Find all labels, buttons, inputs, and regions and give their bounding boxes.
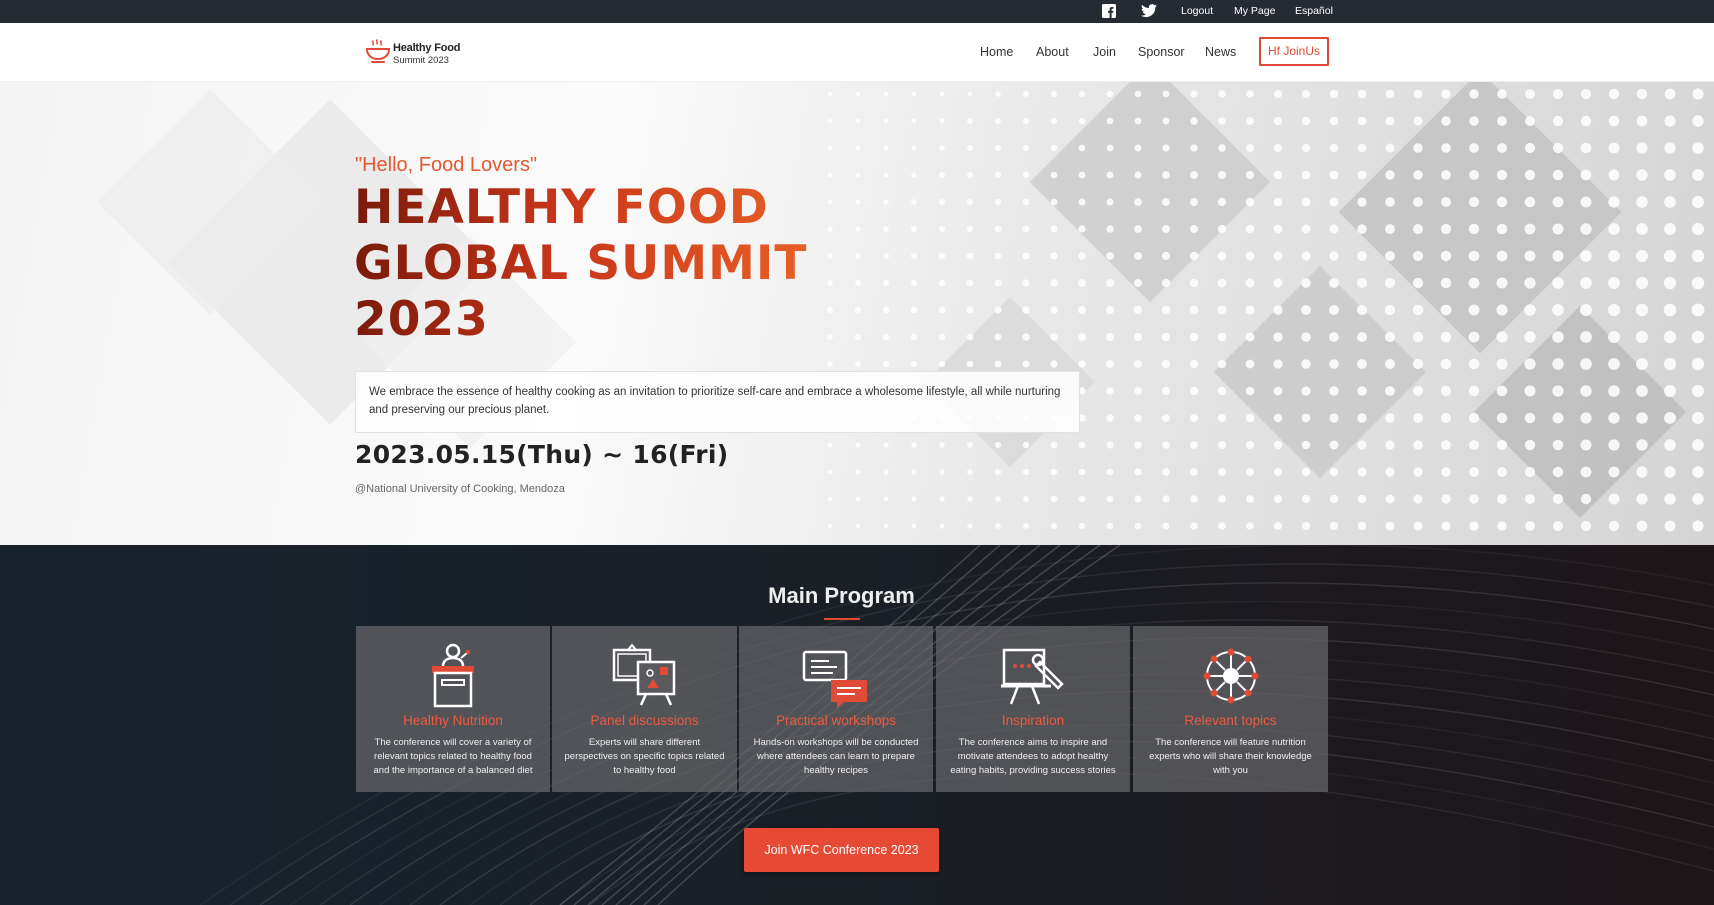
join-us-button[interactable]: Hf JoinUs: [1259, 37, 1329, 66]
card-title: Healthy Nutrition: [403, 713, 503, 728]
card-title: Inspiration: [1001, 713, 1065, 728]
nav-about[interactable]: About: [1036, 45, 1069, 59]
event-venue: @National University of Cooking, Mendoza: [355, 483, 565, 495]
site-logo[interactable]: Healthy Food Summit 2023: [366, 39, 476, 67]
nav-home[interactable]: Home: [980, 45, 1013, 59]
nav-sponsor[interactable]: Sponsor: [1138, 45, 1185, 59]
site-header: Healthy Food Summit 2023 Home About Join…: [0, 23, 1714, 82]
card-title: Relevant topics: [1184, 713, 1277, 728]
hero-title-line: HEALTHY FOOD: [354, 180, 874, 236]
heading-underline: [824, 618, 860, 620]
hero-title: HEALTHY FOOD GLOBAL SUMMIT 2023: [354, 180, 874, 348]
hero-section: "Hello, Food Lovers" HEALTHY FOOD GLOBAL…: [0, 82, 1714, 545]
logout-link[interactable]: Logout: [1181, 5, 1213, 17]
card-title: Practical workshops: [775, 713, 897, 728]
main-program-section: Main Program Healthy Nutrition The confe…: [0, 545, 1714, 905]
logo-subtitle: Summit 2023: [393, 55, 449, 66]
hero-title-line: 2023: [354, 292, 874, 348]
card-text: The conference aims to inspire and motiv…: [950, 737, 1116, 776]
nav-news[interactable]: News: [1205, 45, 1236, 59]
top-utility-bar: Logout My Page Español: [0, 0, 1714, 23]
network-icon: [1203, 648, 1258, 704]
bowl-icon: [366, 39, 390, 63]
logo-title: Healthy Food: [393, 42, 461, 54]
section-heading: Main Program: [768, 583, 915, 608]
hero-greeting: "Hello, Food Lovers": [355, 154, 538, 176]
language-link[interactable]: Español: [1295, 5, 1333, 17]
program-card-inspiration[interactable]: Inspiration The conference aims to inspi…: [936, 626, 1130, 792]
card-text: Experts will share different perspective…: [564, 737, 725, 776]
podium-icon: [432, 643, 474, 708]
card-title: Panel discussions: [590, 713, 699, 728]
program-card-panel-discussions[interactable]: Panel discussions Experts will share dif…: [552, 626, 737, 792]
card-text: The conference will cover a variety of r…: [373, 737, 533, 776]
hero-title-line: GLOBAL SUMMIT: [354, 236, 874, 292]
program-card-practical-workshops[interactable]: Practical workshops Hands-on workshops w…: [739, 626, 933, 792]
nav-join[interactable]: Join: [1093, 45, 1116, 59]
easel-icon: [1001, 648, 1064, 705]
facebook-icon[interactable]: [1102, 4, 1116, 18]
program-card-relevant-topics[interactable]: Relevant topics The conference will feat…: [1133, 626, 1328, 792]
card-text: Hands-on workshops will be conducted whe…: [753, 737, 919, 776]
program-cards: Healthy Nutrition The conference will co…: [356, 626, 1328, 792]
join-conference-button[interactable]: Join WFC Conference 2023: [744, 828, 939, 872]
chat-bubbles-icon: [802, 650, 867, 708]
program-card-healthy-nutrition[interactable]: Healthy Nutrition The conference will co…: [356, 626, 550, 792]
event-date: 2023.05.15(Thu) ~ 16(Fri): [355, 440, 729, 469]
presentation-board-icon: [612, 643, 675, 706]
twitter-icon[interactable]: [1141, 4, 1157, 18]
hero-description: We embrace the essence of healthy cookin…: [355, 371, 1080, 433]
my-page-link[interactable]: My Page: [1234, 5, 1275, 17]
card-text: The conference will feature nutrition ex…: [1149, 737, 1312, 776]
